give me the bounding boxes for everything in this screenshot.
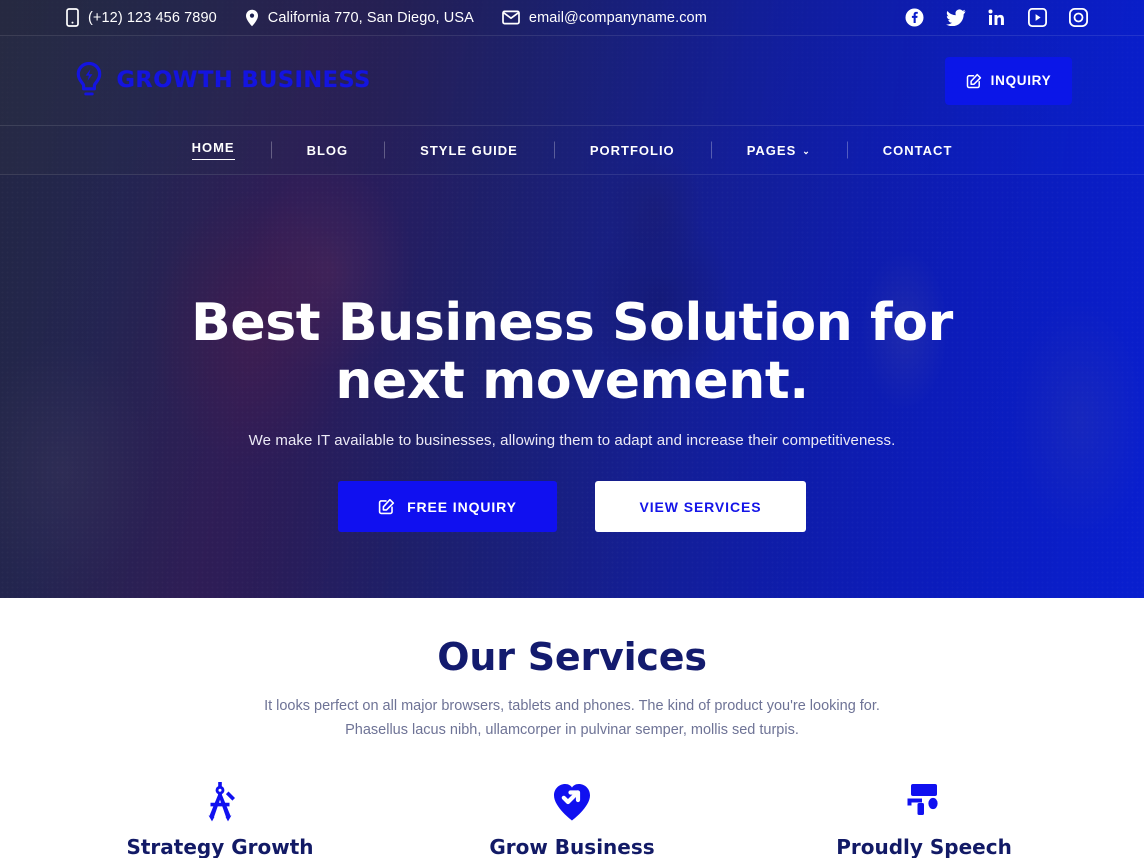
youtube-icon[interactable]: [1028, 8, 1047, 27]
hero-title: Best Business Solution for next movement…: [191, 293, 953, 412]
chevron-down-icon: ⌄: [802, 145, 811, 156]
services-title: Our Services: [437, 635, 707, 679]
linkedin-icon[interactable]: [988, 9, 1006, 26]
nav-item-portfolio[interactable]: PORTFOLIO: [554, 143, 711, 158]
nav-item-blog[interactable]: BLOG: [271, 143, 385, 158]
envelope-icon: [502, 10, 520, 25]
header-inquiry-button[interactable]: INQUIRY: [945, 56, 1072, 105]
nav-label-portfolio: PORTFOLIO: [589, 142, 675, 158]
facebook-icon[interactable]: [905, 8, 924, 27]
nav-label-contact: CONTACT: [882, 142, 953, 158]
heart-arrow-icon: [551, 782, 593, 822]
header-inner: GROWTH BUSINESS INQUIRY: [72, 56, 1072, 105]
nav-item-style-guide[interactable]: STYLE GUIDE: [384, 143, 554, 158]
logo-text: GROWTH BUSINESS: [116, 68, 371, 93]
lightbulb-bolt-icon: [72, 61, 106, 101]
top-contact-bar: (+12) 123 456 7890 California 770, San D…: [0, 0, 1144, 36]
services-description: It looks perfect on all major browsers, …: [264, 698, 880, 738]
twitter-icon[interactable]: [946, 9, 966, 26]
paint-roller-icon: [904, 782, 944, 822]
view-services-label: VIEW SERVICES: [639, 498, 762, 515]
edit-square-icon: [378, 498, 395, 515]
contact-address[interactable]: California 770, San Diego, USA: [245, 9, 474, 27]
service-card-strategy-growth[interactable]: Strategy Growth: [70, 781, 370, 858]
contact-email-text: email@companyname.com: [528, 9, 707, 26]
phone-icon: [66, 8, 79, 27]
free-inquiry-label: FREE INQUIRY: [407, 498, 517, 515]
contact-address-text: California 770, San Diego, USA: [267, 9, 474, 26]
contact-email[interactable]: email@companyname.com: [502, 10, 707, 26]
nav-label-blog: BLOG: [306, 142, 349, 158]
hero-section: (+12) 123 456 7890 California 770, San D…: [0, 0, 1144, 598]
main-navigation: HOME BLOG STYLE GUIDE PORTFOLIO PAGES ⌄ …: [0, 126, 1144, 175]
site-header: GROWTH BUSINESS INQUIRY: [0, 36, 1144, 126]
contact-phone[interactable]: (+12) 123 456 7890: [66, 8, 217, 27]
service-card-proudly-speech[interactable]: Proudly Speech: [774, 782, 1074, 858]
nav-item-pages[interactable]: PAGES ⌄: [711, 143, 847, 158]
nav-item-contact[interactable]: CONTACT: [847, 143, 989, 158]
services-section: Our Services It looks perfect on all maj…: [0, 598, 1144, 858]
service-title-strategy-growth: Strategy Growth: [126, 834, 314, 858]
nav-label-pages: PAGES: [746, 142, 797, 158]
free-inquiry-button[interactable]: FREE INQUIRY: [338, 481, 557, 533]
nav-label-style-guide: STYLE GUIDE: [420, 142, 518, 158]
location-pin-icon: [245, 9, 259, 27]
service-card-grow-business[interactable]: Grow Business: [422, 782, 722, 858]
service-card-list: Strategy Growth Grow Business Proudly Sp…: [70, 781, 1074, 858]
top-bar-inner: (+12) 123 456 7890 California 770, San D…: [42, 8, 1102, 27]
site-logo[interactable]: GROWTH BUSINESS: [72, 61, 371, 101]
hero-content: Best Business Solution for next movement…: [0, 175, 1144, 598]
edit-square-icon: [966, 73, 982, 89]
instagram-icon[interactable]: [1069, 8, 1088, 27]
service-title-grow-business: Grow Business: [489, 834, 655, 858]
contact-phone-text: (+12) 123 456 7890: [88, 9, 217, 26]
service-title-proudly-speech: Proudly Speech: [836, 834, 1012, 858]
nav-label-home: HOME: [191, 140, 235, 160]
hero-cta-group: FREE INQUIRY VIEW SERVICES: [338, 481, 806, 533]
header-inquiry-label: INQUIRY: [990, 73, 1052, 88]
view-services-button[interactable]: VIEW SERVICES: [595, 481, 806, 533]
contact-info-list: (+12) 123 456 7890 California 770, San D…: [42, 8, 707, 27]
drafting-compass-icon: [201, 781, 239, 822]
nav-item-home[interactable]: HOME: [156, 140, 271, 160]
hero-subtitle: We make IT available to businesses, allo…: [248, 432, 896, 450]
social-links: [905, 8, 1102, 27]
nav-list: HOME BLOG STYLE GUIDE PORTFOLIO PAGES ⌄ …: [156, 140, 989, 160]
